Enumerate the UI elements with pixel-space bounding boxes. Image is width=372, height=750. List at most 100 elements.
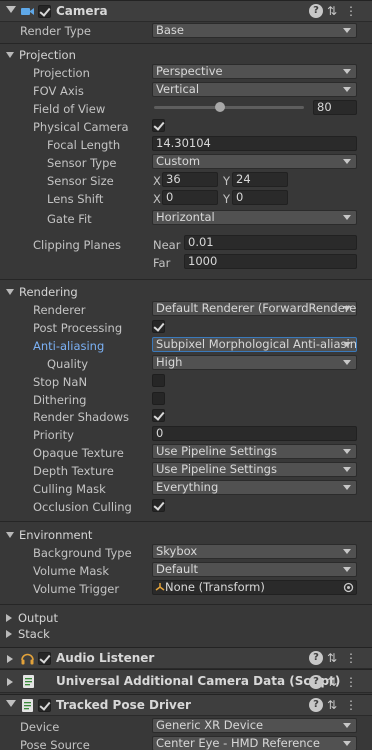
tracked-pose-driver-component-header[interactable]: Tracked Pose Driver ? ⇅ ⋮ — [0, 694, 372, 716]
help-icon[interactable]: ? — [309, 675, 323, 689]
post-processing-checkbox[interactable] — [152, 320, 165, 333]
quality-label: Quality — [47, 357, 89, 371]
transform-icon — [155, 583, 165, 591]
volume-mask-label: Volume Mask — [33, 564, 110, 578]
fov-axis-dropdown[interactable]: Vertical — [152, 82, 357, 97]
pose-source-label: Pose Source — [20, 738, 90, 750]
expand-arrow-icon[interactable] — [7, 655, 18, 663]
background-type-label: Background Type — [33, 546, 132, 560]
projection-dropdown[interactable]: Perspective — [152, 64, 357, 79]
more-options-icon[interactable]: ⋮ — [344, 651, 358, 665]
foldout-arrow-icon — [6, 52, 14, 58]
stop-nan-checkbox[interactable] — [152, 374, 165, 387]
collapse-arrow-icon[interactable] — [6, 6, 16, 13]
sensor-size-y-field[interactable]: 24 — [232, 172, 288, 187]
foldout-arrow-icon — [6, 630, 12, 638]
priority-field[interactable]: 0 — [152, 426, 357, 441]
foldout-arrow-icon — [6, 532, 14, 538]
object-picker-icon[interactable] — [343, 582, 354, 593]
volume-trigger-field[interactable]: None (Transform) — [152, 580, 357, 595]
projection-foldout[interactable]: Projection — [6, 48, 76, 62]
depth-texture-dropdown[interactable]: Use Pipeline Settings — [152, 462, 357, 477]
preset-icon[interactable]: ⇅ — [325, 698, 339, 712]
help-icon[interactable]: ? — [309, 4, 323, 18]
culling-mask-dropdown[interactable]: Everything — [152, 480, 357, 495]
focal-length-field[interactable]: 14.30104 — [152, 136, 357, 151]
preset-icon[interactable]: ⇅ — [325, 651, 339, 665]
dithering-checkbox[interactable] — [152, 392, 165, 405]
far-label: Far — [153, 256, 171, 270]
anti-aliasing-dropdown[interactable]: Subpixel Morphological Anti-aliasing — [152, 337, 357, 352]
output-foldout[interactable]: Output — [6, 611, 58, 625]
pose-source-dropdown[interactable]: Center Eye - HMD Reference — [152, 736, 357, 750]
anti-aliasing-label: Anti-aliasing — [33, 339, 105, 353]
culling-mask-label: Culling Mask — [33, 482, 106, 496]
section-title: Environment — [19, 528, 93, 542]
sensor-size-x-label: X — [153, 174, 161, 188]
priority-label: Priority — [33, 428, 74, 442]
camera-icon — [21, 8, 34, 15]
preset-icon[interactable]: ⇅ — [325, 675, 339, 689]
sensor-size-x-field[interactable]: 36 — [162, 172, 218, 187]
depth-texture-label: Depth Texture — [33, 464, 114, 478]
expand-arrow-icon[interactable] — [7, 678, 13, 686]
tracked-pose-driver-enabled-checkbox[interactable] — [38, 699, 51, 712]
script-icon — [22, 699, 33, 712]
audio-listener-component-header[interactable]: Audio Listener ? ⇅ ⋮ — [0, 647, 372, 669]
sensor-size-y-label: Y — [223, 174, 231, 188]
gate-fit-dropdown[interactable]: Horizontal — [152, 210, 357, 225]
lens-shift-y-field[interactable]: 0 — [232, 190, 288, 205]
additional-camera-data-component-header[interactable]: Universal Additional Camera Data (Script… — [0, 669, 372, 693]
post-processing-label: Post Processing — [33, 321, 123, 335]
opaque-texture-dropdown[interactable]: Use Pipeline Settings — [152, 444, 357, 459]
stop-nan-label: Stop NaN — [33, 375, 88, 389]
renderer-dropdown[interactable]: Default Renderer (ForwardRenderer) — [152, 301, 357, 316]
component-title: Universal Additional Camera Data (Script… — [56, 674, 341, 688]
render-shadows-checkbox[interactable] — [152, 409, 165, 422]
fov-slider-track[interactable] — [154, 106, 304, 109]
more-options-icon[interactable]: ⋮ — [344, 698, 358, 712]
environment-foldout[interactable]: Environment — [6, 528, 92, 542]
component-title: Tracked Pose Driver — [56, 698, 191, 712]
physical-camera-checkbox[interactable] — [152, 119, 165, 132]
volume-mask-dropdown[interactable]: Default — [152, 562, 357, 577]
preset-icon[interactable]: ⇅ — [325, 4, 339, 18]
sensor-type-label: Sensor Type — [47, 156, 117, 170]
far-clip-field[interactable]: 1000 — [184, 254, 357, 269]
rendering-foldout[interactable]: Rendering — [6, 285, 78, 299]
occlusion-culling-checkbox[interactable] — [152, 499, 165, 512]
projection-label: Projection — [33, 66, 90, 80]
camera-component-header[interactable]: Camera ? ⇅ ⋮ — [0, 0, 372, 22]
script-icon — [23, 675, 34, 688]
component-title: Camera — [56, 4, 108, 18]
collapse-arrow-icon[interactable] — [6, 700, 16, 707]
more-options-icon[interactable]: ⋮ — [344, 4, 358, 18]
background-type-dropdown[interactable]: Skybox — [152, 544, 357, 559]
audio-listener-enabled-checkbox[interactable] — [38, 652, 51, 665]
lens-shift-label: Lens Shift — [47, 192, 104, 206]
focal-length-label: Focal Length — [47, 138, 121, 152]
lens-shift-x-field[interactable]: 0 — [162, 190, 218, 205]
clipping-planes-label: Clipping Planes — [33, 238, 121, 252]
quality-dropdown[interactable]: High — [152, 355, 357, 370]
more-options-icon[interactable]: ⋮ — [344, 675, 358, 689]
fov-value-field[interactable]: 80 — [313, 100, 357, 115]
render-type-dropdown[interactable]: Base — [152, 23, 357, 38]
physical-camera-label: Physical Camera — [33, 120, 129, 134]
stack-foldout[interactable]: Stack — [6, 627, 50, 641]
renderer-label: Renderer — [33, 303, 86, 317]
near-clip-field[interactable]: 0.01 — [184, 235, 357, 250]
fov-slider-handle[interactable] — [215, 102, 225, 112]
volume-trigger-label: Volume Trigger — [33, 582, 120, 596]
camera-enabled-checkbox[interactable] — [38, 5, 51, 18]
sensor-type-dropdown[interactable]: Custom — [152, 154, 357, 169]
occlusion-culling-label: Occlusion Culling — [33, 500, 132, 514]
device-label: Device — [20, 720, 60, 734]
help-icon[interactable]: ? — [309, 651, 323, 665]
gate-fit-label: Gate Fit — [47, 212, 92, 226]
help-icon[interactable]: ? — [309, 698, 323, 712]
device-dropdown[interactable]: Generic XR Device — [152, 718, 357, 733]
sensor-size-label: Sensor Size — [47, 174, 114, 188]
render-shadows-label: Render Shadows — [33, 410, 129, 424]
section-title: Rendering — [19, 285, 78, 299]
